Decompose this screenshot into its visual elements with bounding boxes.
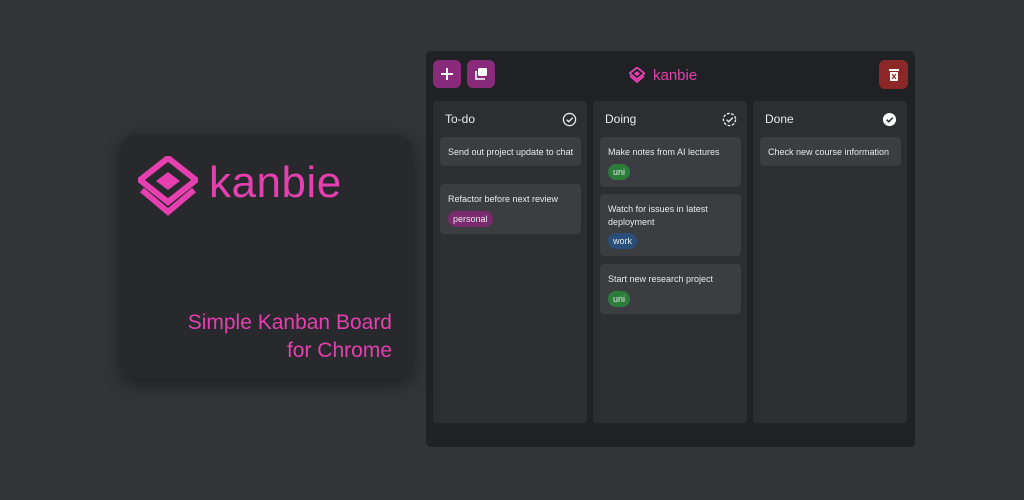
tag-badge: uni	[608, 163, 631, 180]
column-header: Done	[765, 110, 897, 128]
copy-icon	[475, 68, 487, 80]
card[interactable]: Check new course information	[760, 137, 901, 166]
card-text: Check new course information	[768, 147, 890, 157]
app-title: kanbie	[629, 65, 697, 85]
trash-icon	[888, 68, 899, 81]
card-text: Watch for issues in latest deployment	[608, 204, 708, 227]
column-done: Done Check new course information	[753, 101, 907, 423]
delete-button[interactable]	[879, 60, 908, 89]
promo-brand: kanbie	[209, 158, 342, 207]
promo-card: kanbie Simple Kanban Board for Chrome	[121, 134, 412, 378]
plus-icon	[441, 68, 453, 80]
card[interactable]: Watch for issues in latest deployment wo…	[600, 194, 741, 256]
promo-tagline-line1: Simple Kanban Board	[187, 311, 392, 334]
card-text: Send out project update to chat	[448, 147, 574, 157]
tag-badge: uni	[608, 290, 631, 307]
kanban-app: kanbie To-do Send out project update to …	[426, 51, 915, 447]
tag-badge: personal	[448, 210, 493, 227]
card[interactable]: Start new research project uni	[600, 264, 741, 314]
check-circle-filled-icon[interactable]	[882, 112, 897, 127]
app-title-text: kanbie	[653, 66, 698, 84]
column-doing: Doing Make notes from AI lectures uni Wa…	[593, 101, 747, 423]
column-title: Done	[765, 112, 794, 126]
column-title: To-do	[445, 112, 476, 126]
add-card-button[interactable]	[433, 60, 461, 88]
card[interactable]: Send out project update to chat	[440, 137, 581, 166]
column-header: To-do	[445, 110, 577, 128]
tag-badge: work	[608, 233, 638, 249]
card-text: Make notes from AI lectures	[608, 147, 720, 157]
card-text: Refactor before next review	[448, 194, 559, 204]
check-circle-outline-icon[interactable]	[562, 112, 577, 127]
promo-tagline-line2: for Chrome	[286, 339, 392, 362]
kanbie-logo-icon	[138, 156, 198, 216]
check-circle-dashed-icon[interactable]	[722, 112, 737, 127]
column-title: Doing	[605, 112, 637, 126]
card[interactable]: Refactor before next review personal	[440, 184, 581, 234]
kanbie-logo-icon	[629, 67, 645, 83]
column-header: Doing	[605, 110, 737, 128]
card[interactable]: Make notes from AI lectures uni	[600, 137, 741, 187]
copy-button[interactable]	[467, 60, 495, 88]
card-text: Start new research project	[608, 274, 714, 284]
promo-tagline: Simple Kanban Board for Chrome	[188, 309, 392, 365]
column-todo: To-do Send out project update to chat Re…	[433, 101, 587, 423]
